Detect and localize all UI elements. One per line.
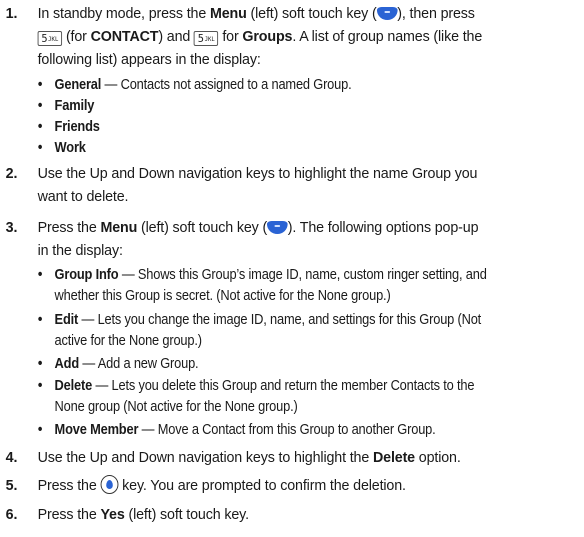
bullet-delete: • Delete — Lets you delete this Group an…: [37, 378, 475, 415]
key-5-icon: 5JKL: [194, 31, 219, 46]
ok-key-icon: [100, 475, 119, 494]
step-6: 6. Press the Yes (left) soft touch key.: [0, 503, 543, 526]
step-4: 4. Use the Up and Down navigation keys t…: [0, 446, 543, 469]
bullet-edit: • Edit — Lets you change the image ID, n…: [37, 312, 482, 349]
bullet-friends: • Friends: [37, 119, 100, 135]
manual-page: 1. In standby mode, press the Menu (left…: [0, 0, 584, 537]
step-6-number: 6.: [5, 506, 18, 523]
menu-soft-key-icon: [376, 7, 398, 20]
bullet-general: • General — Contacts not assigned to a n…: [37, 77, 352, 93]
step-1: 1. In standby mode, press the Menu (left…: [0, 2, 543, 71]
step-3-number: 3.: [5, 219, 18, 236]
step-2-number: 2.: [5, 165, 18, 182]
step-2: 2. Use the Up and Down navigation keys t…: [0, 162, 543, 208]
menu-soft-key-icon: [267, 221, 288, 234]
key-5-icon: 5JKL: [37, 31, 63, 46]
bullet-family: • Family: [37, 98, 95, 114]
step-4-number: 4.: [5, 449, 18, 466]
bullet-move-member: • Move Member — Move a Contact from this…: [37, 422, 436, 438]
bullet-work: • Work: [37, 140, 86, 156]
step-3: 3. Press the Menu (left) soft touch key …: [0, 216, 543, 262]
bullet-add: • Add — Add a new Group.: [37, 356, 199, 372]
bullet-group-info: • Group Info — Shows this Group’s image …: [37, 267, 487, 304]
step-5-number: 5.: [5, 477, 18, 494]
step-1-number: 1.: [5, 5, 18, 22]
step-5: 5. Press the key. You are prompted to co…: [0, 474, 543, 497]
